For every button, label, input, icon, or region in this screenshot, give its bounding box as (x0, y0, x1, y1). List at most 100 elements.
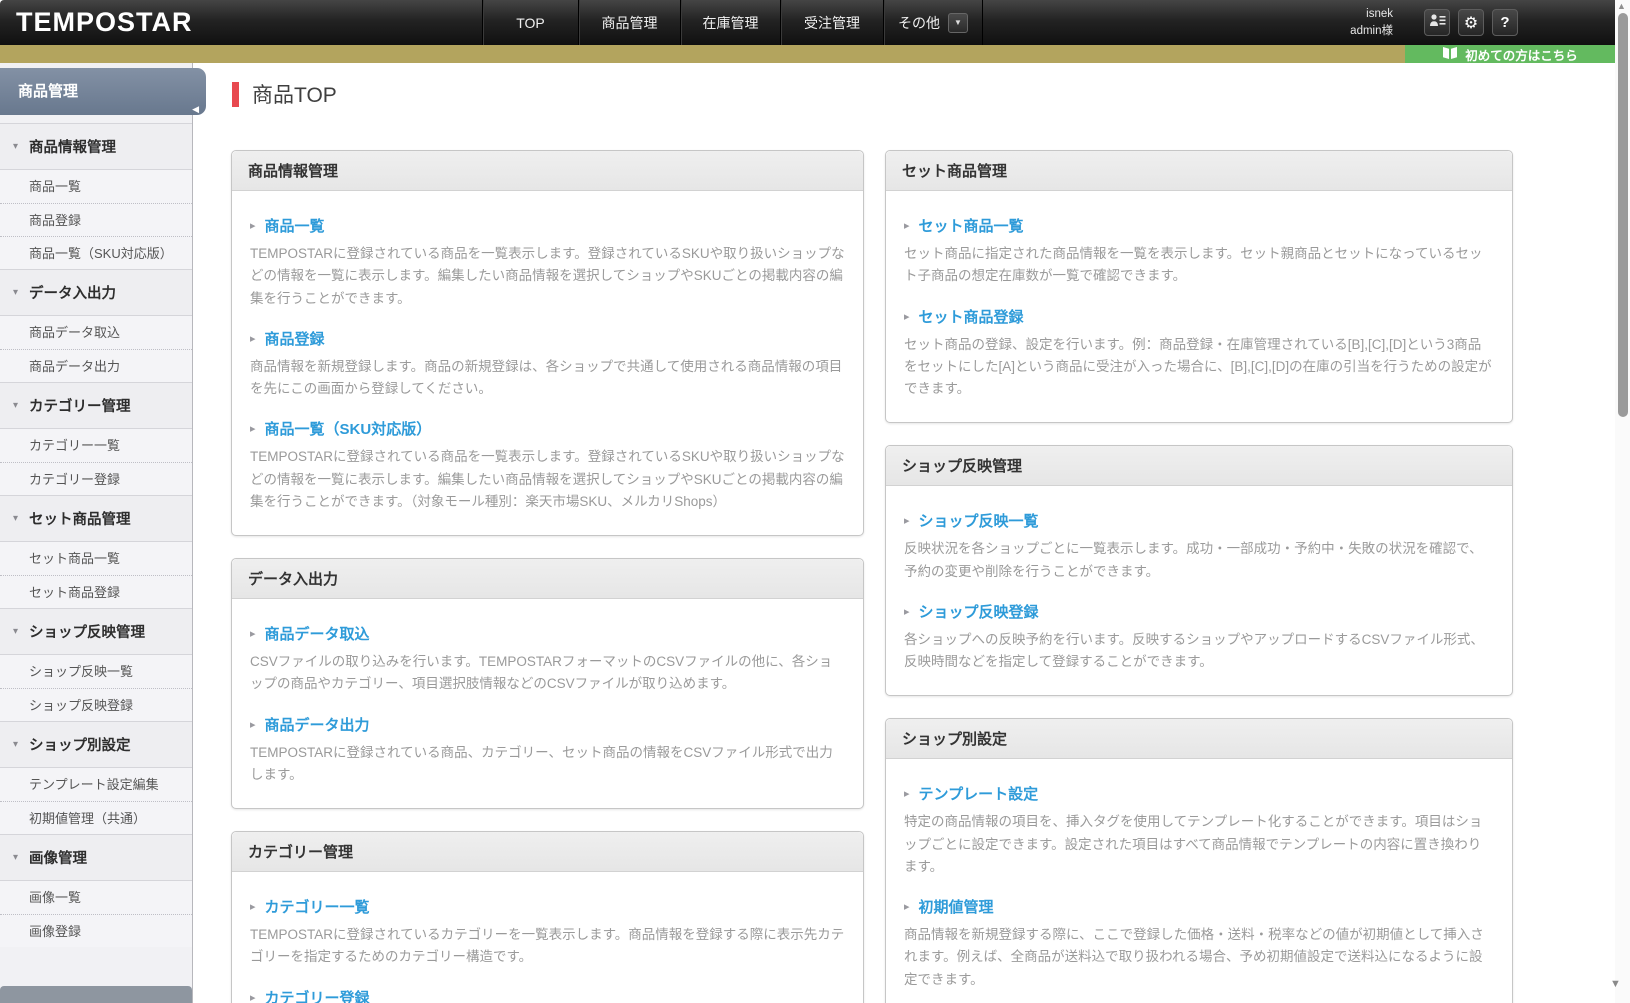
nav-tab-product-management[interactable]: 商品管理 (578, 0, 680, 45)
sidebar-item-template-settings-edit[interactable]: テンプレート設定編集 (0, 768, 192, 801)
list-item: ▸ セット商品一覧 セット商品に指定された商品情報を一覧を表示します。セット親商… (904, 215, 1494, 288)
chevron-down-icon: ▾ (13, 400, 18, 411)
sidebar-footer-bar (0, 986, 192, 1003)
settings-button[interactable]: ⚙ (1458, 9, 1484, 36)
sidebar-group-header-data-io[interactable]: ▾ データ入出力 (0, 269, 192, 315)
triangle-right-icon: ▸ (250, 219, 256, 232)
nav-tab-top[interactable]: TOP (482, 0, 578, 45)
link-description: 商品情報を新規登録します。商品の新規登録は、各ショップで共通して使用される商品情… (250, 356, 845, 401)
nav-tab-other[interactable]: その他 ▼ (883, 0, 983, 45)
link-product-register[interactable]: 商品登録 (265, 328, 325, 349)
list-item: ▸ 商品データ出力 TEMPOSTARに登録されている商品、カテゴリー、セット商… (250, 714, 845, 787)
sidebar-item-set-product-list[interactable]: セット商品一覧 (0, 542, 192, 575)
chevron-down-icon: ▾ (13, 513, 18, 524)
help-button[interactable]: ? (1492, 9, 1518, 36)
link-category-register[interactable]: カテゴリー登録 (265, 987, 370, 1003)
link-description: TEMPOSTARに登録されている商品を一覧表示します。登録されているSKUや取… (250, 243, 845, 310)
scroll-down-icon[interactable]: ▼ (1610, 978, 1621, 990)
user-role: admin様 (1350, 23, 1393, 40)
list-item: ▸ 初期値管理 商品情報を新規登録する際に、ここで登録した価格・送料・税率などの… (904, 896, 1494, 991)
book-icon (1442, 46, 1458, 63)
sidebar-section-title[interactable]: 商品管理 ◀ (0, 68, 206, 115)
card-shop-specific-settings: ショップ別設定 ▸ テンプレート設定 特定の商品情報の項目を、挿入タグを使用して… (885, 718, 1513, 1003)
link-product-list-sku[interactable]: 商品一覧（SKU対応版） (265, 418, 432, 439)
beginner-guide-banner[interactable]: 初めての方はこちら (1405, 45, 1615, 63)
sidebar-item-shop-sync-register[interactable]: ショップ反映登録 (0, 688, 192, 721)
list-item: ▸ 商品一覧（SKU対応版） TEMPOSTARに登録されている商品を一覧表示し… (250, 418, 845, 513)
link-description: セット商品の登録、設定を行います。例：商品登録・在庫管理されている[B],[C]… (904, 334, 1494, 401)
user-account-button[interactable] (1424, 9, 1450, 36)
link-set-product-list[interactable]: セット商品一覧 (919, 215, 1024, 236)
link-product-data-import[interactable]: 商品データ取込 (265, 623, 370, 644)
sidebar-group-shop-sync-management: ▾ ショップ反映管理 ショップ反映一覧 ショップ反映登録 (0, 608, 192, 721)
user-id: isnek (1350, 6, 1393, 23)
list-item: ▸ ショップ反映一覧 反映状況を各ショップごとに一覧表示します。成功・一部成功・… (904, 510, 1494, 583)
title-accent-bar (232, 82, 239, 107)
sidebar-item-shop-sync-list[interactable]: ショップ反映一覧 (0, 655, 192, 688)
sidebar-group-header-shop-settings[interactable]: ▾ ショップ別設定 (0, 721, 192, 767)
list-item: ▸ 商品データ取込 CSVファイルの取り込みを行います。TEMPOSTARフォー… (250, 623, 845, 696)
triangle-right-icon: ▸ (250, 332, 256, 345)
sidebar-item-category-register[interactable]: カテゴリー登録 (0, 462, 192, 495)
nav-tab-order-management[interactable]: 受注管理 (780, 0, 883, 45)
chevron-down-icon: ▾ (13, 287, 18, 298)
sidebar-item-product-list-sku[interactable]: 商品一覧（SKU対応版） (0, 236, 192, 269)
sidebar-group-header-category[interactable]: ▾ カテゴリー管理 (0, 382, 192, 428)
triangle-right-icon: ▸ (250, 627, 256, 640)
link-shop-sync-register[interactable]: ショップ反映登録 (919, 601, 1039, 622)
page-title: 商品TOP (232, 79, 337, 109)
link-default-value-management[interactable]: 初期値管理 (919, 896, 994, 917)
sidebar-item-product-list[interactable]: 商品一覧 (0, 170, 192, 203)
sidebar-item-product-register[interactable]: 商品登録 (0, 203, 192, 236)
triangle-right-icon: ▸ (250, 991, 256, 1003)
sidebar-group-shop-specific-settings: ▾ ショップ別設定 テンプレート設定編集 初期値管理（共通） (0, 721, 192, 834)
tempostar-logo: TEMPOSTAR (16, 0, 193, 45)
collapse-sidebar-icon[interactable]: ◀ (192, 86, 199, 133)
gear-icon: ⚙ (1464, 13, 1478, 33)
card-set-product-management: セット商品管理 ▸ セット商品一覧 セット商品に指定された商品情報を一覧を表示し… (885, 150, 1513, 423)
sidebar-group-header-set-product[interactable]: ▾ セット商品管理 (0, 495, 192, 541)
link-description: TEMPOSTARに登録されている商品を一覧表示します。登録されているSKUや取… (250, 446, 845, 513)
link-description: CSVファイルの取り込みを行います。TEMPOSTARフォーマットのCSVファイ… (250, 651, 845, 696)
card-data-import-export: データ入出力 ▸ 商品データ取込 CSVファイルの取り込みを行います。TEMPO… (231, 558, 864, 809)
triangle-right-icon: ▸ (904, 605, 910, 618)
app-screen: TEMPOSTAR TOP 商品管理 在庫管理 受注管理 その他 ▼ isnek… (0, 0, 1630, 1003)
link-shop-sync-list[interactable]: ショップ反映一覧 (919, 510, 1039, 531)
scroll-up-icon[interactable]: ▲ (1617, 1, 1626, 11)
link-category-list[interactable]: カテゴリー一覧 (265, 896, 370, 917)
beginner-guide-label: 初めての方はこちら (1465, 45, 1578, 64)
sidebar-item-set-product-register[interactable]: セット商品登録 (0, 575, 192, 608)
sidebar-item-category-list[interactable]: カテゴリー一覧 (0, 429, 192, 462)
list-item: ▸ 商品一覧 TEMPOSTARに登録されている商品を一覧表示します。登録されて… (250, 215, 845, 310)
logged-in-user: isnek admin様 (1350, 6, 1393, 39)
link-product-data-export[interactable]: 商品データ出力 (265, 714, 370, 735)
nav-tab-stock-management[interactable]: 在庫管理 (680, 0, 780, 45)
chevron-down-icon[interactable]: ▼ (948, 13, 968, 33)
accent-strip (0, 45, 1615, 63)
link-set-product-register[interactable]: セット商品登録 (919, 306, 1024, 327)
triangle-right-icon: ▸ (904, 219, 910, 232)
triangle-right-icon: ▸ (250, 718, 256, 731)
link-description: 特定の商品情報の項目を、挿入タグを使用してテンプレート化することができます。項目… (904, 811, 1494, 878)
sidebar-item-product-data-export[interactable]: 商品データ出力 (0, 349, 192, 382)
list-item: ▸ カテゴリー一覧 TEMPOSTARに登録されているカテゴリーを一覧表示します… (250, 896, 845, 969)
sidebar-item-image-list[interactable]: 画像一覧 (0, 881, 192, 914)
sidebar-group-header-image[interactable]: ▾ 画像管理 (0, 834, 192, 880)
link-description: 各ショップへの反映予約を行います。反映するショップやアップロードするCSVファイ… (904, 629, 1494, 674)
help-icon: ? (1500, 14, 1509, 31)
link-description: 反映状況を各ショップごとに一覧表示します。成功・一部成功・予約中・失敗の状況を確… (904, 538, 1494, 583)
link-template-settings[interactable]: テンプレート設定 (919, 783, 1039, 804)
link-product-list[interactable]: 商品一覧 (265, 215, 325, 236)
sidebar-item-default-value-management[interactable]: 初期値管理（共通） (0, 801, 192, 834)
sidebar-group-category-management: ▾ カテゴリー管理 カテゴリー一覧 カテゴリー登録 (0, 382, 192, 495)
sidebar-group-set-product-management: ▾ セット商品管理 セット商品一覧 セット商品登録 (0, 495, 192, 608)
user-icon (1429, 13, 1446, 33)
chevron-down-icon: ▾ (13, 141, 18, 152)
sidebar-group-header-product-info[interactable]: ▾ 商品情報管理 (0, 123, 192, 169)
sidebar-item-product-data-import[interactable]: 商品データ取込 (0, 316, 192, 349)
sidebar-group-header-shop-sync[interactable]: ▾ ショップ反映管理 (0, 608, 192, 654)
list-item: ▸ カテゴリー登録 カテゴリー情報を新規登録する画面です。一部のショップはカテゴ… (250, 987, 845, 1003)
sidebar-item-image-register[interactable]: 画像登録 (0, 914, 192, 947)
card-product-info-management: 商品情報管理 ▸ 商品一覧 TEMPOSTARに登録されている商品を一覧表示しま… (231, 150, 864, 536)
scrollbar-thumb[interactable] (1618, 13, 1628, 417)
